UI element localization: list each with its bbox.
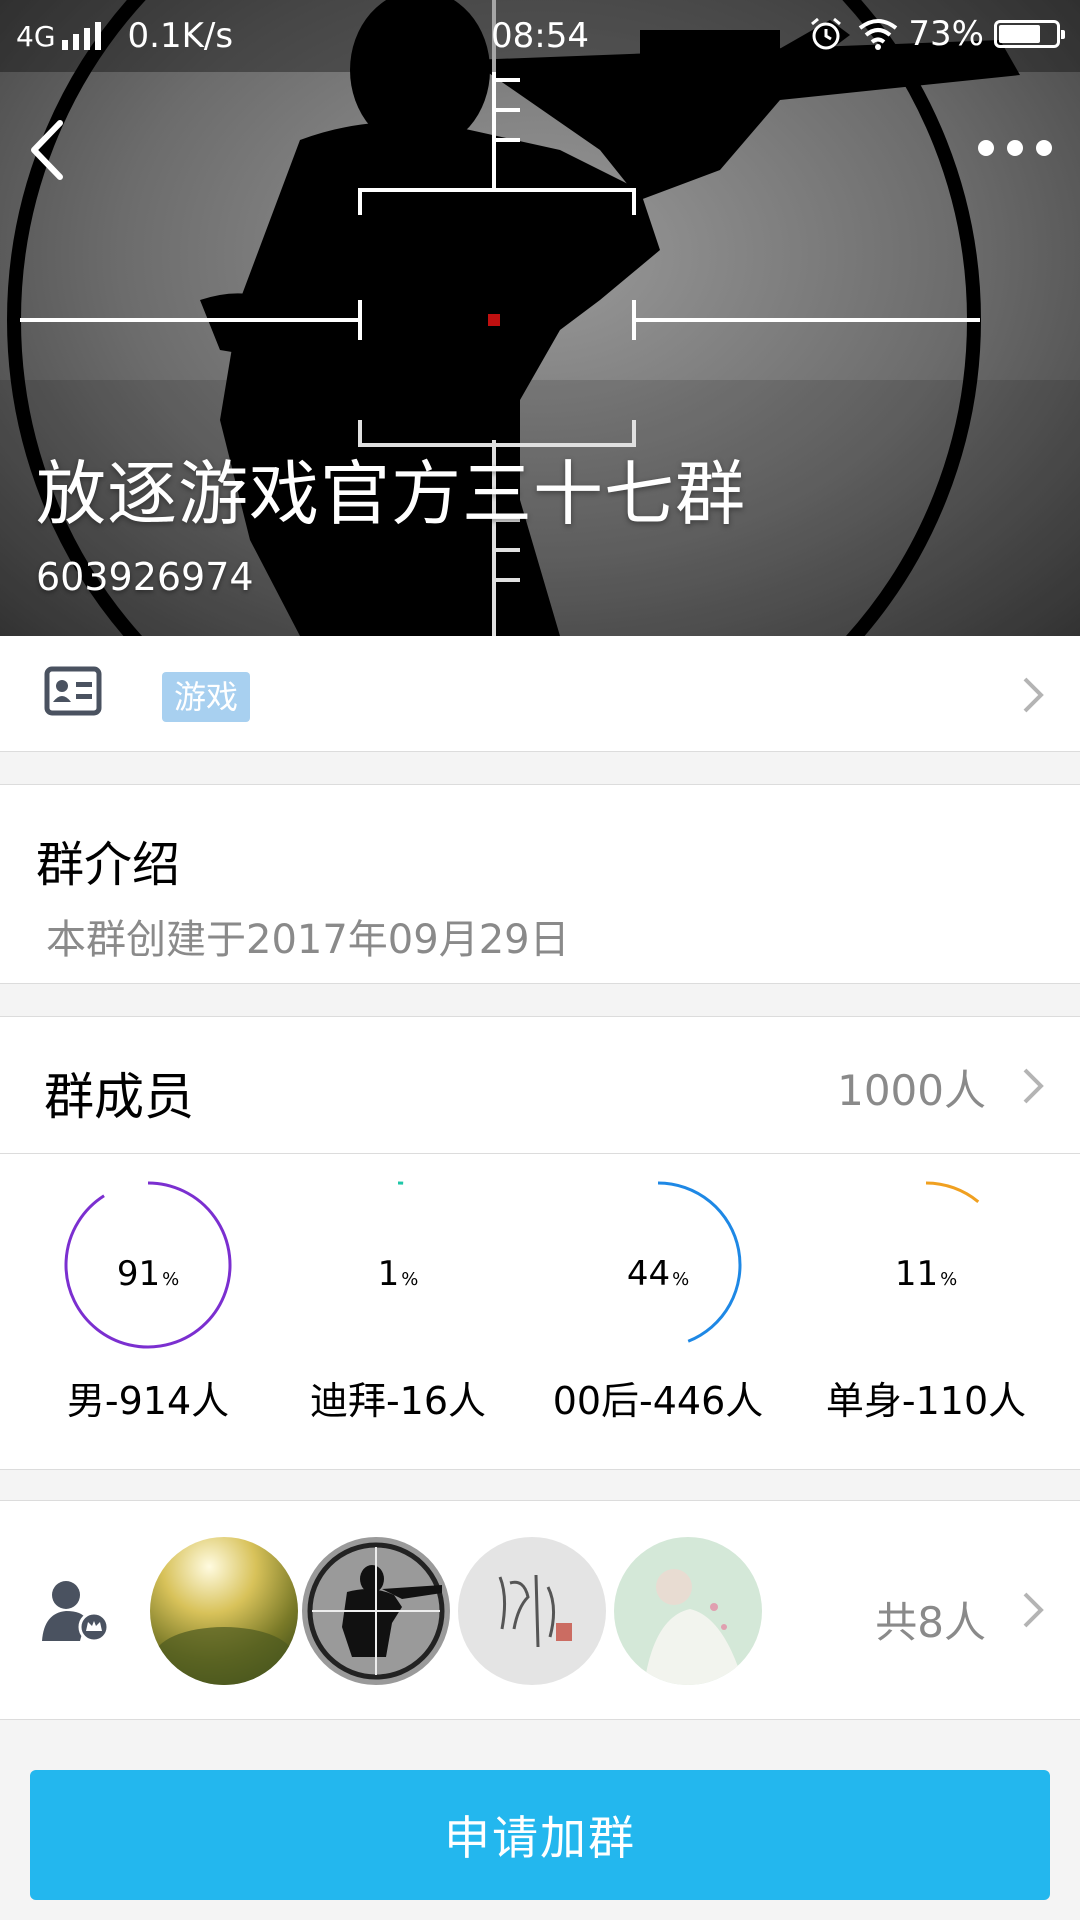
back-button[interactable]	[22, 115, 72, 185]
alarm-icon	[811, 17, 842, 50]
more-button[interactable]	[978, 130, 1052, 166]
group-members-row[interactable]: 群成员 1000人	[0, 1016, 1080, 1154]
members-title: 群成员	[44, 1068, 194, 1126]
group-cover-image	[0, 0, 1080, 636]
admin-user-icon	[42, 1581, 110, 1643]
stat-gender[interactable]: 91% 男-914人	[13, 1154, 283, 1470]
intro-title: 群介绍	[36, 837, 181, 893]
stat-single[interactable]: 11% 单身-110人	[791, 1154, 1061, 1470]
chevron-right-icon	[1023, 1068, 1044, 1104]
group-id: 603926974	[36, 555, 254, 599]
category-tag: 游戏	[162, 672, 251, 722]
chevron-right-icon	[1023, 677, 1044, 713]
group-intro-section: 群介绍 本群创建于2017年09月29日	[0, 784, 1080, 984]
group-tag-row[interactable]: 游戏	[0, 636, 1080, 752]
status-bar: 4G 0.1K/s 08:54 73%	[0, 0, 1080, 72]
avatar-image	[150, 1537, 298, 1685]
battery-percent: 73%	[908, 14, 984, 54]
battery-icon	[994, 20, 1065, 48]
members-count: 1000人	[837, 1066, 986, 1115]
admin-avatar[interactable]	[150, 1537, 298, 1685]
stat-age[interactable]: 44% 00后-446人	[523, 1154, 793, 1470]
avatar-image	[614, 1537, 762, 1685]
wifi-icon	[859, 19, 898, 50]
stat-percent: 44%	[626, 1254, 690, 1294]
stat-label: 00后-446人	[552, 1379, 764, 1423]
group-header: 4G 0.1K/s 08:54 73% 放逐游戏官方三十七群 603926974	[0, 0, 1080, 636]
stat-label: 迪拜-16人	[309, 1379, 487, 1423]
avatar-image	[302, 1537, 450, 1685]
member-stats: 91% 男-914人 1% 迪拜-16人 44% 00后-446人 11% 单身…	[0, 1154, 1080, 1470]
chevron-right-icon	[1023, 1592, 1044, 1628]
group-name: 放逐游戏官方三十七群	[36, 453, 746, 535]
admins-count: 共8人	[875, 1598, 986, 1647]
group-admins-row[interactable]: 共8人	[0, 1500, 1080, 1720]
stat-percent: 91%	[116, 1254, 180, 1294]
join-group-button[interactable]: 申请加群	[30, 1770, 1050, 1900]
id-card-icon	[44, 666, 102, 716]
stat-percent: 11%	[894, 1254, 958, 1294]
stat-label: 单身-110人	[825, 1379, 1027, 1423]
stat-location[interactable]: 1% 迪拜-16人	[263, 1154, 533, 1470]
stat-percent: 1%	[377, 1254, 419, 1294]
admin-avatar[interactable]	[614, 1537, 762, 1685]
avatar-image	[458, 1537, 606, 1685]
more-icon-dot	[1036, 140, 1052, 156]
more-icon-dot	[978, 140, 994, 156]
admin-avatar[interactable]	[302, 1537, 450, 1685]
more-icon-dot	[1007, 140, 1023, 156]
stat-label: 男-914人	[66, 1379, 230, 1423]
admin-avatar[interactable]	[458, 1537, 606, 1685]
intro-text: 本群创建于2017年09月29日	[46, 917, 570, 963]
